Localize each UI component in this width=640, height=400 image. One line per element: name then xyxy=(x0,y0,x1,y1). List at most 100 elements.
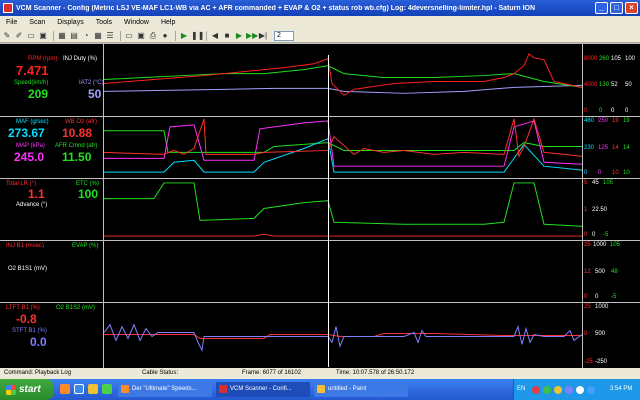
tray-network-icon[interactable] xyxy=(543,386,551,394)
start-button[interactable]: start xyxy=(0,379,54,400)
graph-canvas[interactable] xyxy=(104,44,582,116)
scale-label: 10 xyxy=(623,170,630,176)
paint-icon xyxy=(317,385,325,393)
gauge-value: 209 xyxy=(28,87,49,101)
status-time: Time: 10:07.578 of 26:50.172 xyxy=(336,370,415,376)
scale-label: 0 xyxy=(584,331,588,337)
table-icon[interactable]: ▦ xyxy=(57,31,67,41)
menu-tools[interactable]: Tools xyxy=(90,19,118,26)
tray-antivirus-icon[interactable] xyxy=(532,386,540,394)
menu-scan[interactable]: Scan xyxy=(23,19,51,26)
folder-icon[interactable] xyxy=(88,384,98,394)
toolbar: ✎ ✐ ▭ ▣ ▦ ▤ ◔ ▦ ☰ ▭ ▣ ⎙ ● ▶ ❚❚ ◀ ■ ▶ ▶▶ … xyxy=(0,29,640,43)
menu-help[interactable]: Help xyxy=(155,19,181,26)
step-forward-icon[interactable]: ▶ xyxy=(234,31,244,41)
language-indicator[interactable]: EN xyxy=(517,386,525,392)
media-icon[interactable] xyxy=(102,384,112,394)
graph-canvas[interactable] xyxy=(104,241,582,302)
app-icon xyxy=(3,3,13,13)
save-log-icon[interactable]: ▣ xyxy=(136,31,146,41)
graph-panel-5: LTFT B1 (%) -0.8 O2 B1S2 (mV) STFT B1 (%… xyxy=(0,302,640,368)
maximize-button[interactable]: □ xyxy=(610,2,623,14)
scale-label: 230 xyxy=(584,145,595,151)
scale-label: 19 xyxy=(623,118,630,124)
pen-icon[interactable]: ✐ xyxy=(14,31,24,41)
menu-file[interactable]: File xyxy=(0,19,23,26)
scale-label: 0 xyxy=(595,294,599,300)
short-term-trim-trace xyxy=(104,323,582,352)
gauge-label: AFR Cmnd (afr) xyxy=(55,143,98,149)
scale-label: 4000 xyxy=(584,82,598,88)
graph-canvas[interactable] xyxy=(104,179,582,240)
scale-label: 22.50 xyxy=(592,207,608,213)
pause-icon[interactable]: ❚❚ xyxy=(191,31,204,41)
status-frame: Frame: 6077 of 16102 xyxy=(242,370,302,376)
status-bar: Command: Playback Log Cable Status: Fram… xyxy=(0,368,640,379)
scale-label: 50 xyxy=(625,82,632,88)
graph-panel-2: MAF (g/sec) 273.67 WB O2 (afr) 10.88 MAP… xyxy=(0,116,640,178)
fast-forward-icon[interactable]: ▶▶ xyxy=(246,31,258,41)
folder-icon[interactable]: ▭ xyxy=(26,31,36,41)
firefox-icon[interactable] xyxy=(60,384,70,394)
task-label: Der "Ultimate" Speeds... xyxy=(132,386,197,392)
toolbar-separator xyxy=(53,30,54,41)
timing-retard-trace xyxy=(104,233,582,237)
gauge-value: 50 xyxy=(88,87,102,101)
scale-label: 52 xyxy=(611,82,618,88)
minimize-button[interactable]: _ xyxy=(595,2,608,14)
clock[interactable]: 3:54 PM xyxy=(610,386,632,392)
gauge-icon[interactable]: ◔ xyxy=(81,31,91,41)
graph-canvas[interactable] xyxy=(104,303,582,368)
tray-volume-icon[interactable] xyxy=(576,386,584,394)
scale-label: -250 xyxy=(595,359,608,365)
gauge-label: INJ Duty (%) xyxy=(63,56,98,62)
tray-messenger-icon[interactable] xyxy=(565,386,573,394)
grid-icon[interactable]: ▦ xyxy=(93,31,103,41)
close-button[interactable]: × xyxy=(625,2,638,14)
tray-bluetooth-icon[interactable] xyxy=(587,386,595,394)
task-browser[interactable]: Der "Ultimate" Speeds... xyxy=(118,382,212,397)
tray-security-icon[interactable] xyxy=(554,386,562,394)
open-log-icon[interactable]: ▭ xyxy=(124,31,134,41)
gauge-label: STFT B1 (%) xyxy=(12,328,47,334)
manifold-pressure-trace xyxy=(104,120,582,167)
scale-label: 250 xyxy=(598,118,609,124)
menu-window[interactable]: Window xyxy=(118,19,155,26)
gauge-area: INJ B1 (msec) EVAP (%) O2 B1S1 (mV) xyxy=(0,241,104,302)
list-icon[interactable]: ☰ xyxy=(105,31,115,41)
vcm-scanner-window: VCM Scanner - Config (Metric LSJ VE-MAF … xyxy=(0,0,640,400)
end-icon[interactable]: ▶| xyxy=(258,31,268,41)
record-icon[interactable]: ● xyxy=(160,31,170,41)
vcm-scanner-icon xyxy=(219,385,227,393)
gauge-value: 11.50 xyxy=(62,150,92,164)
save-icon[interactable]: ▣ xyxy=(38,31,48,41)
scale-column: 25 1000 105 12 500 48 0 0 -5 xyxy=(582,241,640,302)
playback-cursor-line[interactable] xyxy=(328,55,329,367)
gauge-value: -0.8 xyxy=(16,312,37,326)
chart-icon[interactable]: ▤ xyxy=(69,31,79,41)
playback-speed-spinner[interactable]: 2 xyxy=(274,30,294,41)
scale-label: 0 xyxy=(584,232,588,238)
scale-label: 0 xyxy=(611,108,615,114)
play-icon[interactable]: ▶ xyxy=(179,31,189,41)
scale-label: 14 xyxy=(612,145,619,151)
scale-label: 8000 xyxy=(584,56,598,62)
rewind-icon[interactable]: ◀ xyxy=(210,31,220,41)
vehicle-speed-trace xyxy=(104,65,582,88)
graph-canvas[interactable] xyxy=(104,117,582,178)
pencil-icon[interactable]: ✎ xyxy=(2,31,12,41)
task-vcm-scanner[interactable]: VCM Scanner - Confi... xyxy=(216,382,310,397)
task-paint[interactable]: untitled - Paint xyxy=(314,382,408,397)
print-icon[interactable]: ⎙ xyxy=(148,31,158,41)
scale-label: -5 xyxy=(603,232,609,238)
menu-displays[interactable]: Displays xyxy=(51,19,89,26)
stop-icon[interactable]: ■ xyxy=(222,31,232,41)
scale-label: -25 xyxy=(584,359,593,365)
toolbar-separator xyxy=(120,30,121,41)
scale-label: 48 xyxy=(611,269,618,275)
title-bar[interactable]: VCM Scanner - Config (Metric LSJ VE-MAF … xyxy=(0,0,640,16)
scale-column: 5 45 105 1 22.50 0 0 -5 xyxy=(582,179,640,240)
scale-label: 0 xyxy=(592,232,596,238)
scale-label: 1 xyxy=(584,207,588,213)
internet-explorer-icon[interactable] xyxy=(74,384,84,394)
